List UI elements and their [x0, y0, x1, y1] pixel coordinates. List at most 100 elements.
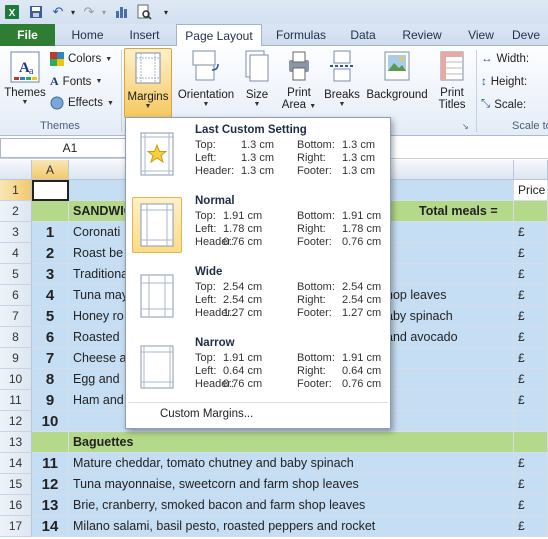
row-header[interactable]: 8 — [0, 327, 32, 348]
width-control[interactable]: ↔ Width: — [481, 53, 529, 65]
row-header[interactable]: 11 — [0, 390, 32, 411]
cell-number[interactable] — [32, 432, 69, 453]
print-preview-icon[interactable] — [135, 3, 153, 21]
cell-number[interactable]: 6 — [32, 327, 69, 348]
cell-price[interactable]: £ — [514, 453, 548, 474]
scale-control[interactable]: ⤡ Scale: — [481, 98, 526, 111]
customize-qat-dropdown[interactable]: ▾ — [157, 3, 175, 21]
tab-developer[interactable]: Deve — [512, 24, 548, 46]
cell-price[interactable] — [514, 432, 548, 453]
column-header-a[interactable]: A — [32, 160, 69, 180]
margins-icon — [125, 52, 171, 87]
page-setup-dialog-launcher-icon[interactable]: ↘ — [462, 122, 470, 131]
tab-page-layout[interactable]: Page Layout — [176, 24, 262, 47]
select-all-corner[interactable] — [0, 160, 32, 180]
colors-button[interactable]: Colors ▼ — [50, 52, 112, 66]
row-header[interactable]: 3 — [0, 222, 32, 243]
cell-price[interactable]: £ — [514, 369, 548, 390]
cell-price[interactable]: £ — [514, 285, 548, 306]
cell-price[interactable]: £ — [514, 390, 548, 411]
cell-price[interactable]: £ — [514, 327, 548, 348]
fonts-button[interactable]: A Fonts ▼ — [50, 74, 102, 89]
cell-number[interactable]: 7 — [32, 348, 69, 369]
print-titles-button[interactable]: Print Titles — [434, 50, 470, 111]
height-icon: ↕ — [481, 76, 487, 88]
cell-price[interactable]: £ — [514, 495, 548, 516]
cell-item[interactable]: Baguettes — [69, 432, 514, 453]
margin-preset-last-custom[interactable]: Last Custom Setting Top: 1.3 cm Bottom: 1.3… — [128, 120, 388, 186]
row-header[interactable]: 5 — [0, 264, 32, 285]
size-icon — [242, 50, 272, 85]
cell-number[interactable] — [32, 180, 69, 201]
cell-item[interactable]: Brie, cranberry, smoked bacon and farm s… — [69, 495, 514, 516]
cell-item[interactable]: Tuna mayonnaise, sweetcorn and farm shop… — [69, 474, 514, 495]
themes-button[interactable]: Aa Themes ▼ — [4, 50, 46, 106]
background-button[interactable]: Background — [364, 50, 430, 101]
cell-item[interactable]: Mature cheddar, tomato chutney and baby … — [69, 453, 514, 474]
row-header[interactable]: 16 — [0, 495, 32, 516]
redo-dropdown[interactable]: ▾ — [95, 3, 113, 21]
cell-number[interactable]: 8 — [32, 369, 69, 390]
size-button[interactable]: Size ▼ — [242, 50, 272, 108]
colors-icon — [50, 52, 64, 66]
tab-data[interactable]: Data — [338, 24, 388, 46]
margin-preset-wide[interactable]: Wide Top: 2.54 cm Bottom: 2.54 cm Left: 2.54… — [128, 262, 388, 328]
tab-view[interactable]: View — [456, 24, 506, 46]
row-header[interactable]: 1 — [0, 180, 32, 201]
print-area-button[interactable]: Print Area ▼ — [281, 50, 317, 113]
cell-number[interactable] — [32, 201, 69, 222]
row-header[interactable]: 13 — [0, 432, 32, 453]
tab-home[interactable]: Home — [60, 24, 115, 46]
cell-number[interactable]: 11 — [32, 453, 69, 474]
tab-formulas[interactable]: Formulas — [266, 24, 336, 46]
background-label: Background — [366, 89, 428, 101]
cell-number[interactable]: 2 — [32, 243, 69, 264]
row-header[interactable]: 17 — [0, 516, 32, 537]
cell-number[interactable]: 10 — [32, 411, 69, 432]
height-control[interactable]: ↕ Height: — [481, 76, 527, 88]
row-header[interactable]: 6 — [0, 285, 32, 306]
row-header[interactable]: 12 — [0, 411, 32, 432]
cell-price[interactable] — [514, 411, 548, 432]
excel-logo-icon[interactable]: X — [3, 3, 21, 21]
margin-preset-narrow[interactable]: Narrow Top: 1.91 cm Bottom: 1.91 cm Left: 0.… — [128, 333, 388, 399]
column-header[interactable] — [514, 160, 548, 180]
cell-price[interactable]: Price — [514, 180, 548, 201]
row-header[interactable]: 2 — [0, 201, 32, 222]
cell-number[interactable]: 12 — [32, 474, 69, 495]
cell-price[interactable]: £ — [514, 306, 548, 327]
row-header[interactable]: 14 — [0, 453, 32, 474]
cell-price[interactable]: £ — [514, 516, 548, 537]
margin-preset-normal[interactable]: Normal Top: 1.91 cm Bottom: 1.91 cm Left: 1.… — [128, 191, 388, 257]
cell-number[interactable]: 3 — [32, 264, 69, 285]
row-header[interactable]: 7 — [0, 306, 32, 327]
row-header[interactable]: 15 — [0, 474, 32, 495]
tab-insert[interactable]: Insert — [117, 24, 172, 46]
save-icon[interactable] — [27, 3, 45, 21]
name-box[interactable]: A1 — [0, 138, 140, 158]
cell-number[interactable]: 4 — [32, 285, 69, 306]
margins-button[interactable]: Margins ▼ — [124, 48, 172, 118]
cell-item[interactable]: Milano salami, basil pesto, roasted pepp… — [69, 516, 514, 537]
cell-number[interactable]: 5 — [32, 306, 69, 327]
row-header[interactable]: 4 — [0, 243, 32, 264]
tab-review[interactable]: Review — [392, 24, 452, 46]
row-header[interactable]: 9 — [0, 348, 32, 369]
row-header[interactable]: 10 — [0, 369, 32, 390]
cell-number[interactable]: 14 — [32, 516, 69, 537]
chart-icon[interactable] — [113, 3, 131, 21]
cell-price[interactable]: £ — [514, 474, 548, 495]
cell-number[interactable]: 13 — [32, 495, 69, 516]
effects-button[interactable]: Effects ▼ — [50, 96, 114, 110]
cell-price[interactable] — [514, 201, 548, 222]
cell-price[interactable]: £ — [514, 348, 548, 369]
tab-file[interactable]: File — [0, 24, 55, 46]
cell-number[interactable]: 9 — [32, 390, 69, 411]
breaks-button[interactable]: Breaks ▼ — [322, 50, 362, 108]
cell-price[interactable]: £ — [514, 243, 548, 264]
orientation-button[interactable]: Orientation ▼ — [175, 50, 237, 108]
cell-number[interactable]: 1 — [32, 222, 69, 243]
cell-price[interactable]: £ — [514, 264, 548, 285]
cell-price[interactable]: £ — [514, 222, 548, 243]
custom-margins-item[interactable]: Custom Margins... — [160, 408, 253, 420]
